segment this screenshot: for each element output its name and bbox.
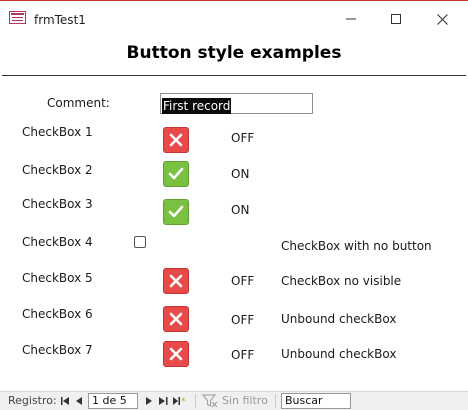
header-divider xyxy=(2,75,466,76)
check-icon xyxy=(168,205,184,218)
search-input[interactable]: Buscar xyxy=(281,393,351,409)
next-record-button[interactable] xyxy=(143,394,155,408)
checkbox-7-button[interactable] xyxy=(163,341,189,367)
close-icon xyxy=(436,13,448,25)
title-bar: frmTest1 xyxy=(0,1,468,37)
checkbox-6-label: CheckBox 6 xyxy=(22,307,93,321)
svg-text:*: * xyxy=(181,397,186,406)
nav-separator xyxy=(275,394,276,408)
checkbox-4-note: CheckBox with no button xyxy=(281,239,432,253)
cross-icon xyxy=(169,347,183,361)
checkbox-5-button[interactable] xyxy=(163,268,189,294)
checkbox-6-note: Unbound checkBox xyxy=(281,312,397,326)
first-record-icon xyxy=(60,397,69,405)
checkbox-3-button[interactable] xyxy=(163,199,189,225)
checkbox-5-label: CheckBox 5 xyxy=(22,271,93,285)
new-record-icon: * xyxy=(173,397,186,406)
maximize-button[interactable] xyxy=(373,2,419,36)
checkbox-3-state: ON xyxy=(231,203,250,217)
filter-button[interactable]: Sin filtro xyxy=(222,394,268,407)
checkbox-2-label: CheckBox 2 xyxy=(22,163,93,177)
checkbox-7-state: OFF xyxy=(231,348,255,362)
next-record-icon xyxy=(146,397,152,405)
first-record-button[interactable] xyxy=(59,394,71,408)
nav-separator xyxy=(195,394,196,408)
last-record-button[interactable] xyxy=(157,394,169,408)
checkbox-1-button[interactable] xyxy=(163,127,189,153)
comment-value: First record xyxy=(162,98,232,114)
last-record-icon xyxy=(158,397,167,405)
previous-record-icon xyxy=(76,397,82,405)
comment-label: Comment: xyxy=(47,96,110,110)
cross-icon xyxy=(169,133,183,147)
check-icon xyxy=(168,167,184,180)
comment-field[interactable]: First record xyxy=(160,93,313,114)
record-label: Registro: xyxy=(8,394,57,407)
checkbox-3-label: CheckBox 3 xyxy=(22,197,93,211)
record-number-field[interactable]: 1 de 5 xyxy=(88,393,138,409)
cross-icon xyxy=(169,312,183,326)
page-title: Button style examples xyxy=(126,43,342,63)
checkbox-6-button[interactable] xyxy=(163,306,189,332)
filter-icon xyxy=(202,394,218,408)
close-button[interactable] xyxy=(419,2,465,36)
window-title: frmTest1 xyxy=(34,13,86,27)
cross-icon xyxy=(169,274,183,288)
checkbox-1-label: CheckBox 1 xyxy=(22,125,93,139)
checkbox-7-label: CheckBox 7 xyxy=(22,343,93,357)
new-record-button[interactable]: * xyxy=(172,394,188,408)
checkbox-5-state: OFF xyxy=(231,274,255,288)
form-icon xyxy=(9,11,26,24)
record-navigation-bar: Registro: 1 de 5 * Sin filtro Buscar xyxy=(0,391,468,410)
minimize-icon xyxy=(346,18,356,20)
checkbox-7-note: Unbound checkBox xyxy=(281,347,397,361)
checkbox-4-input[interactable] xyxy=(134,236,146,248)
checkbox-5-note: CheckBox no visible xyxy=(281,274,402,288)
minimize-button[interactable] xyxy=(328,2,374,36)
checkbox-6-state: OFF xyxy=(231,313,255,327)
checkbox-2-button[interactable] xyxy=(163,161,189,187)
checkbox-2-state: ON xyxy=(231,167,250,181)
checkbox-4-label: CheckBox 4 xyxy=(22,235,93,249)
maximize-icon xyxy=(391,14,401,24)
previous-record-button[interactable] xyxy=(73,394,85,408)
checkbox-1-state: OFF xyxy=(231,131,255,145)
